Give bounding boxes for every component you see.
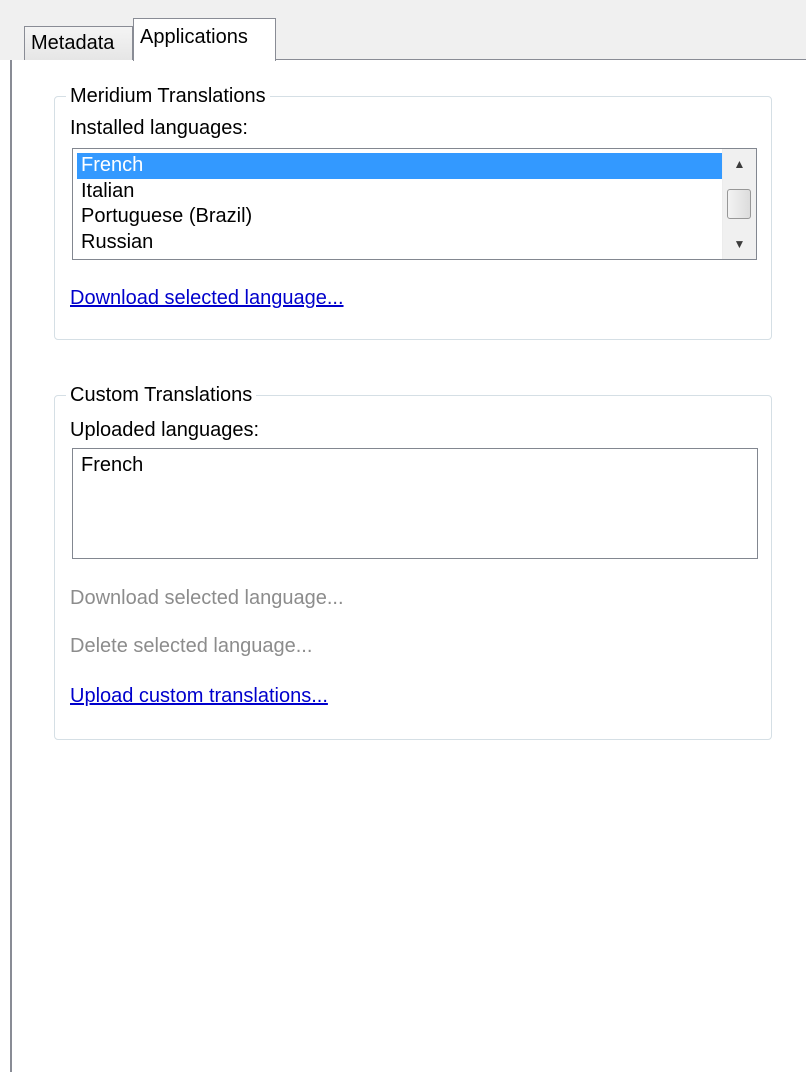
tab-metadata-label: Metadata xyxy=(31,32,115,54)
tab-applications-label: Applications xyxy=(140,26,248,48)
download-installed-language-link[interactable]: Download selected language... xyxy=(70,286,344,310)
upload-custom-translations-link[interactable]: Upload custom translations... xyxy=(70,684,328,708)
settings-window: Metadata Applications Meridium Translati… xyxy=(0,0,806,1072)
meridium-translations-title: Meridium Translations xyxy=(66,84,270,108)
installed-languages-items: French Italian Portuguese (Brazil) Russi… xyxy=(77,153,722,255)
tab-metadata[interactable]: Metadata xyxy=(24,26,133,60)
scroll-up-arrow-icon[interactable]: ▲ xyxy=(723,151,756,177)
list-item[interactable]: French xyxy=(77,153,722,179)
list-item[interactable]: Portuguese (Brazil) xyxy=(77,204,722,230)
uploaded-languages-items: French xyxy=(77,453,723,479)
uploaded-languages-label: Uploaded languages: xyxy=(70,419,260,441)
uploaded-languages-listbox[interactable]: French xyxy=(72,448,758,559)
delete-uploaded-language-link: Delete selected language... xyxy=(70,635,313,657)
list-item[interactable]: French xyxy=(77,453,723,479)
scroll-thumb[interactable] xyxy=(727,189,751,219)
installed-languages-label: Installed languages: xyxy=(70,117,248,139)
scroll-down-arrow-icon[interactable]: ▼ xyxy=(723,231,756,257)
list-item[interactable]: Russian xyxy=(77,230,722,256)
installed-languages-scrollbar[interactable]: ▲ ▼ xyxy=(722,149,756,259)
download-uploaded-language-link: Download selected language... xyxy=(70,587,344,609)
installed-languages-listbox[interactable]: French Italian Portuguese (Brazil) Russi… xyxy=(72,148,757,260)
custom-translations-title: Custom Translations xyxy=(66,383,257,407)
list-item[interactable]: Italian xyxy=(77,179,722,205)
tab-applications[interactable]: Applications xyxy=(133,18,276,61)
